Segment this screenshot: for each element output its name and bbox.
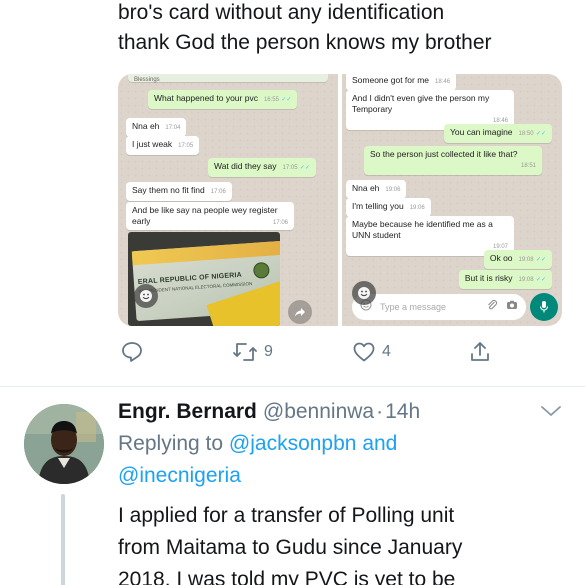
like-button[interactable]: 4 xyxy=(352,340,391,364)
message-time: 19:06 xyxy=(409,205,425,211)
tweet-body: I applied for a transfer of Polling unit… xyxy=(118,500,568,585)
chat-message: And be like say na people wey register e… xyxy=(126,202,294,230)
retweet-icon xyxy=(233,343,257,361)
mention-link[interactable]: @inecnigeria xyxy=(118,464,241,487)
read-check-icon: ✓✓ xyxy=(281,97,292,103)
chat-message: Blessings xyxy=(128,74,328,83)
message-time: 17:05 xyxy=(178,143,194,149)
chat-message: Wat did they say 17:05 ✓✓ xyxy=(208,158,316,177)
retweet-count: 9 xyxy=(264,343,273,360)
read-check-icon: ✓✓ xyxy=(299,165,310,171)
avatar[interactable] xyxy=(24,404,104,484)
read-check-icon: ✓✓ xyxy=(535,257,546,263)
message-text: And I didn't even give the person my Tem… xyxy=(352,93,490,114)
message-text: Nna eh xyxy=(352,183,380,193)
tweet-text-line: thank God the person knows my brother xyxy=(118,31,492,54)
card-strip xyxy=(131,240,280,266)
message-input-placeholder: Type a message xyxy=(380,302,447,312)
chat-message: So the person just collected it like tha… xyxy=(364,146,542,175)
tweet-time[interactable]: 14h xyxy=(385,396,420,428)
read-check-icon: ✓✓ xyxy=(535,131,546,137)
message-time: 17:05 xyxy=(282,165,298,171)
chat-message: I'm telling you 19:06 xyxy=(346,198,431,217)
read-check-icon: ✓✓ xyxy=(535,277,546,283)
message-text: Wat did they say xyxy=(214,161,277,171)
chat-message: What happened to your pvc 16:55 ✓✓ xyxy=(148,90,298,109)
replying-to: Replying to @jacksonpbn and @inecnigeria xyxy=(118,428,568,492)
and-text: and xyxy=(362,432,398,455)
tweet-actions: 9 4 xyxy=(118,340,498,370)
tweet-text: bro's card without any identification th… xyxy=(118,0,578,58)
message-input[interactable]: Type a message xyxy=(352,294,526,320)
mic-icon[interactable] xyxy=(530,293,558,321)
retweet-button[interactable]: 9 xyxy=(232,340,273,364)
message-text: But it is risky xyxy=(464,273,513,283)
share-icon xyxy=(471,342,489,361)
message-text: I'm telling you xyxy=(352,201,404,211)
like-count: 4 xyxy=(382,343,391,360)
tweet-header: Engr. Bernard @benninwa · 14h xyxy=(118,396,568,428)
message-text: So the person just collected it like tha… xyxy=(370,149,518,159)
message-time: 16:55 xyxy=(263,97,279,103)
reply-button[interactable] xyxy=(120,340,144,364)
attach-icon[interactable] xyxy=(486,298,498,316)
chat-message: Nna eh 17:04 xyxy=(126,118,187,137)
message-text: I just weak xyxy=(132,139,173,149)
tweet-media[interactable]: Blessings What happened to your pvc 16:55… xyxy=(118,74,562,326)
tweet-text-line: bro's card without any identification xyxy=(118,1,445,24)
message-time: 19:08 xyxy=(518,257,534,263)
chat-message: Someone got for me 18:46 xyxy=(346,74,457,91)
message-text: Say them no fit find xyxy=(132,185,205,195)
replying-to-label: Replying to xyxy=(118,432,224,455)
thread-line xyxy=(61,494,65,585)
chat-message: Nna eh 19:06 xyxy=(346,180,407,199)
camera-icon[interactable] xyxy=(506,298,518,316)
message-time: 19:08 xyxy=(518,277,534,283)
message-time: 17:06 xyxy=(272,220,288,226)
chat-message: I just weak 17:05 xyxy=(126,136,200,155)
display-name[interactable]: Engr. Bernard xyxy=(118,396,257,428)
media-image-left[interactable]: Blessings What happened to your pvc 16:55… xyxy=(118,74,338,326)
separator-dot: · xyxy=(376,400,384,423)
chat-message: Ok oo 19:08 ✓✓ xyxy=(483,250,552,269)
message-text: Ok oo xyxy=(489,253,513,263)
message-text: You can imagine xyxy=(450,127,513,137)
message-text: Maybe because he identified me as a UNN … xyxy=(352,219,493,240)
mention-link[interactable]: @jacksonpbn xyxy=(229,432,357,455)
emoji-icon[interactable] xyxy=(134,284,158,308)
share-button[interactable] xyxy=(468,340,492,364)
reply-icon xyxy=(122,342,142,362)
tweet-body-line: 2018. I was told my PVC is yet to be xyxy=(118,568,456,585)
coat-of-arms-icon xyxy=(252,261,270,279)
message-text: And be like say na people wey register e… xyxy=(132,205,278,226)
message-text: What happened to your pvc xyxy=(154,93,258,103)
chat-message: You can imagine 18:50 ✓✓ xyxy=(444,124,552,143)
reply-tweet[interactable]: Engr. Bernard @benninwa · 14h Replying t… xyxy=(118,396,568,585)
message-text: Blessings xyxy=(134,77,160,83)
message-time: 18:50 xyxy=(518,131,534,137)
chat-message: Say them no fit find 17:06 xyxy=(126,182,232,201)
tweet-divider xyxy=(0,386,585,387)
message-time: 17:04 xyxy=(165,125,181,131)
chevron-down-icon[interactable] xyxy=(540,404,562,423)
message-time: 17:06 xyxy=(210,189,226,195)
message-text: Someone got for me xyxy=(352,75,430,85)
media-image-right[interactable]: Someone got for me 18:46 And I didn't eve… xyxy=(342,74,562,326)
forward-icon[interactable] xyxy=(288,300,312,324)
emoji-icon[interactable] xyxy=(352,281,376,305)
message-time: 19:06 xyxy=(385,187,401,193)
tweet-body-line: from Maitama to Gudu since January xyxy=(118,536,463,559)
message-time: 18:46 xyxy=(435,79,451,85)
user-handle[interactable]: @benninwa xyxy=(263,396,374,428)
message-text: Nna eh xyxy=(132,121,160,131)
tweet-body-line: I applied for a transfer of Polling unit xyxy=(118,504,455,527)
heart-icon xyxy=(353,342,375,362)
message-time: 18:51 xyxy=(520,163,536,169)
chat-message: But it is risky 19:08 ✓✓ xyxy=(458,270,552,289)
pvc-photo: ERAL REPUBLIC OF NIGERIA INDEPENDENT NAT… xyxy=(128,232,280,326)
